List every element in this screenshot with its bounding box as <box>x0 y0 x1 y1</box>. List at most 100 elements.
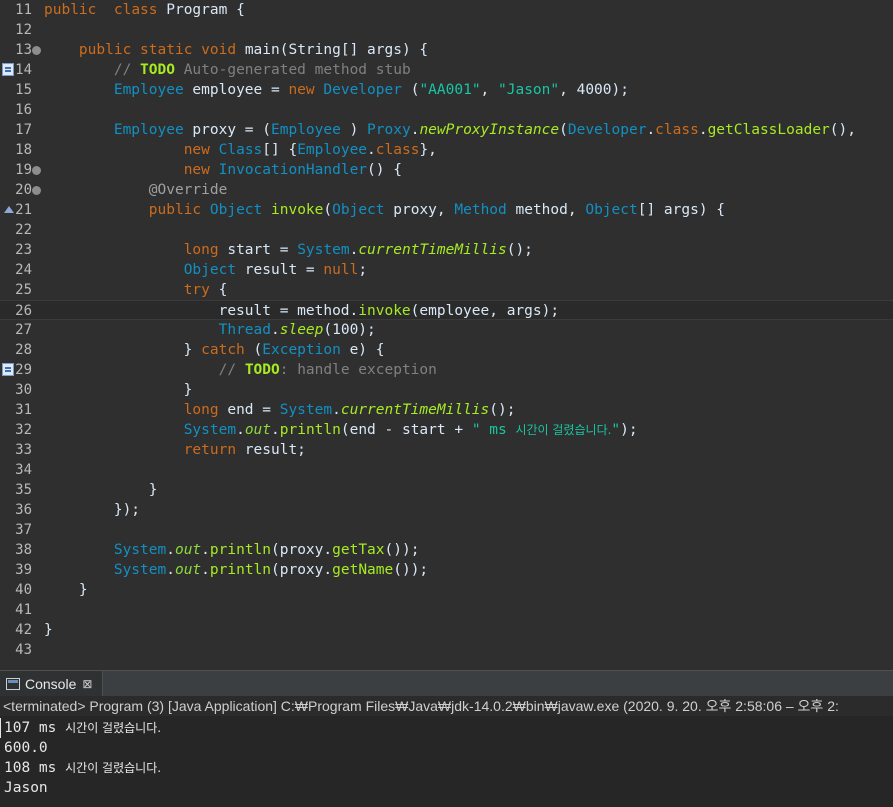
code-line[interactable]: 14 // TODO Auto-generated method stub <box>0 60 893 80</box>
line-number: 11 <box>15 2 32 18</box>
tab-console[interactable]: Console ⊠ <box>0 671 104 697</box>
code-line[interactable]: 20 @Override <box>0 180 893 200</box>
code-token: e) { <box>340 342 385 358</box>
console-output-text: 600.0 <box>4 740 48 756</box>
line-number: 37 <box>15 522 32 538</box>
code-line[interactable]: 16 <box>0 100 893 120</box>
code-line[interactable]: 15 Employee employee = new Developer ("A… <box>0 80 893 100</box>
code-text: System.out.println(proxy.getTax()); <box>44 540 420 560</box>
code-line[interactable]: 32 System.out.println(end - start + " ms… <box>0 420 893 440</box>
code-text: // TODO: handle exception <box>44 360 437 380</box>
code-line[interactable]: 39 System.out.println(proxy.getName()); <box>0 560 893 580</box>
code-line[interactable]: 33 return result; <box>0 440 893 460</box>
code-line[interactable]: 43 <box>0 640 893 660</box>
code-token: return <box>183 442 237 458</box>
code-line[interactable]: 38 System.out.println(proxy.getTax()); <box>0 540 893 560</box>
code-token: InvocationHandler <box>218 162 368 178</box>
line-number: 30 <box>15 382 32 398</box>
code-line[interactable]: 27 Thread.sleep(100); <box>0 320 893 340</box>
code-line[interactable]: 40 } <box>0 580 893 600</box>
line-number: 34 <box>15 462 32 478</box>
fold-toggle-icon[interactable] <box>32 166 41 175</box>
line-number: 21 <box>15 202 32 218</box>
code-line[interactable]: 35 } <box>0 480 893 500</box>
code-line[interactable]: 19 new InvocationHandler() { <box>0 160 893 180</box>
code-editor[interactable]: 11 public class Program {12 13 public stat… <box>0 0 893 665</box>
code-line[interactable]: 34 <box>0 460 893 480</box>
code-token: class <box>655 122 699 138</box>
line-number: 42 <box>15 622 32 638</box>
code-line[interactable]: 23 long start = System.currentTimeMillis… <box>0 240 893 260</box>
code-token: [] args) { <box>637 202 726 218</box>
console-tab-label: Console <box>25 676 77 692</box>
task-marker-icon[interactable] <box>2 63 14 76</box>
code-token: . <box>271 322 280 338</box>
code-token: System <box>279 402 333 418</box>
line-gutter: 42 <box>0 620 44 640</box>
code-token: (proxy. <box>271 542 333 558</box>
code-line[interactable]: 13 public static void main(String[] args… <box>0 40 893 60</box>
code-line[interactable]: 21 public Object invoke(Object proxy, Me… <box>0 200 893 220</box>
code-token: () { <box>367 162 402 178</box>
code-token: new <box>183 142 210 158</box>
code-token: getName <box>332 562 394 578</box>
code-token: Class <box>218 142 263 158</box>
code-line[interactable]: 17 Employee proxy = (Employee ) Proxy. ne… <box>0 120 893 140</box>
code-line[interactable]: 18 new Class[] {Employee.class}, <box>0 140 893 160</box>
close-icon[interactable]: ⊠ <box>82 677 92 691</box>
line-number: 14 <box>15 62 32 78</box>
code-token: , <box>480 82 499 98</box>
code-text: @Override <box>44 180 228 200</box>
code-token: Developer <box>323 82 402 98</box>
console-output-text: 107 ms <box>4 720 66 736</box>
console-output[interactable]: 107 ms 시간이 걸렸습니다. 600.0 108 ms 시간이 걸렸습니다. J… <box>0 716 893 807</box>
code-token: ( <box>323 202 333 218</box>
code-line[interactable]: 11 public class Program { <box>0 0 893 20</box>
code-line[interactable]: 30 } <box>0 380 893 400</box>
code-token: invoke <box>271 202 324 218</box>
code-token: Program { <box>157 2 245 18</box>
fold-toggle-icon[interactable] <box>32 46 41 55</box>
code-line[interactable]: 24 Object result = null; <box>0 260 893 280</box>
code-line[interactable]: 36 }); <box>0 500 893 520</box>
code-line[interactable]: 12 <box>0 20 893 40</box>
code-line[interactable]: 41 <box>0 600 893 620</box>
code-line[interactable]: 28 } catch (Exception e) { <box>0 340 893 360</box>
code-line[interactable]: 29 // TODO: handle exception <box>0 360 893 380</box>
code-line[interactable]: 25 try { <box>0 280 893 300</box>
code-token: ; <box>358 262 368 278</box>
line-number: 24 <box>15 262 32 278</box>
code-text: // TODO Auto-generated method stub <box>44 60 411 80</box>
code-token: } <box>44 482 158 498</box>
line-number: 39 <box>15 562 32 578</box>
code-token: null <box>323 262 359 278</box>
code-line[interactable]: 31 long end = System.currentTimeMillis()… <box>0 400 893 420</box>
code-text: Employee employee = new Developer ("AA00… <box>44 80 629 100</box>
code-line[interactable]: 26 result = method.invoke(employee, args… <box>0 300 893 320</box>
line-number: 13 <box>15 42 32 58</box>
console-output-line: 107 ms 시간이 걸렸습니다. <box>0 718 893 738</box>
code-token: . <box>166 542 175 558</box>
code-token: Object <box>183 262 237 278</box>
code-token: // <box>113 62 141 78</box>
code-text: return result; <box>44 440 306 460</box>
code-line[interactable]: 22 <box>0 220 893 240</box>
console-launch-info: <terminated> Program (3) [Java Applicati… <box>0 696 893 716</box>
code-line[interactable]: 37 <box>0 520 893 540</box>
task-marker-icon[interactable] <box>2 363 14 376</box>
code-token: . <box>236 422 245 438</box>
fold-toggle-icon[interactable] <box>32 186 41 195</box>
line-number: 15 <box>15 82 32 98</box>
code-token: . <box>698 122 708 138</box>
code-line[interactable]: 42} <box>0 620 893 640</box>
override-marker-icon[interactable] <box>4 206 14 213</box>
code-token: Employee <box>297 142 368 158</box>
